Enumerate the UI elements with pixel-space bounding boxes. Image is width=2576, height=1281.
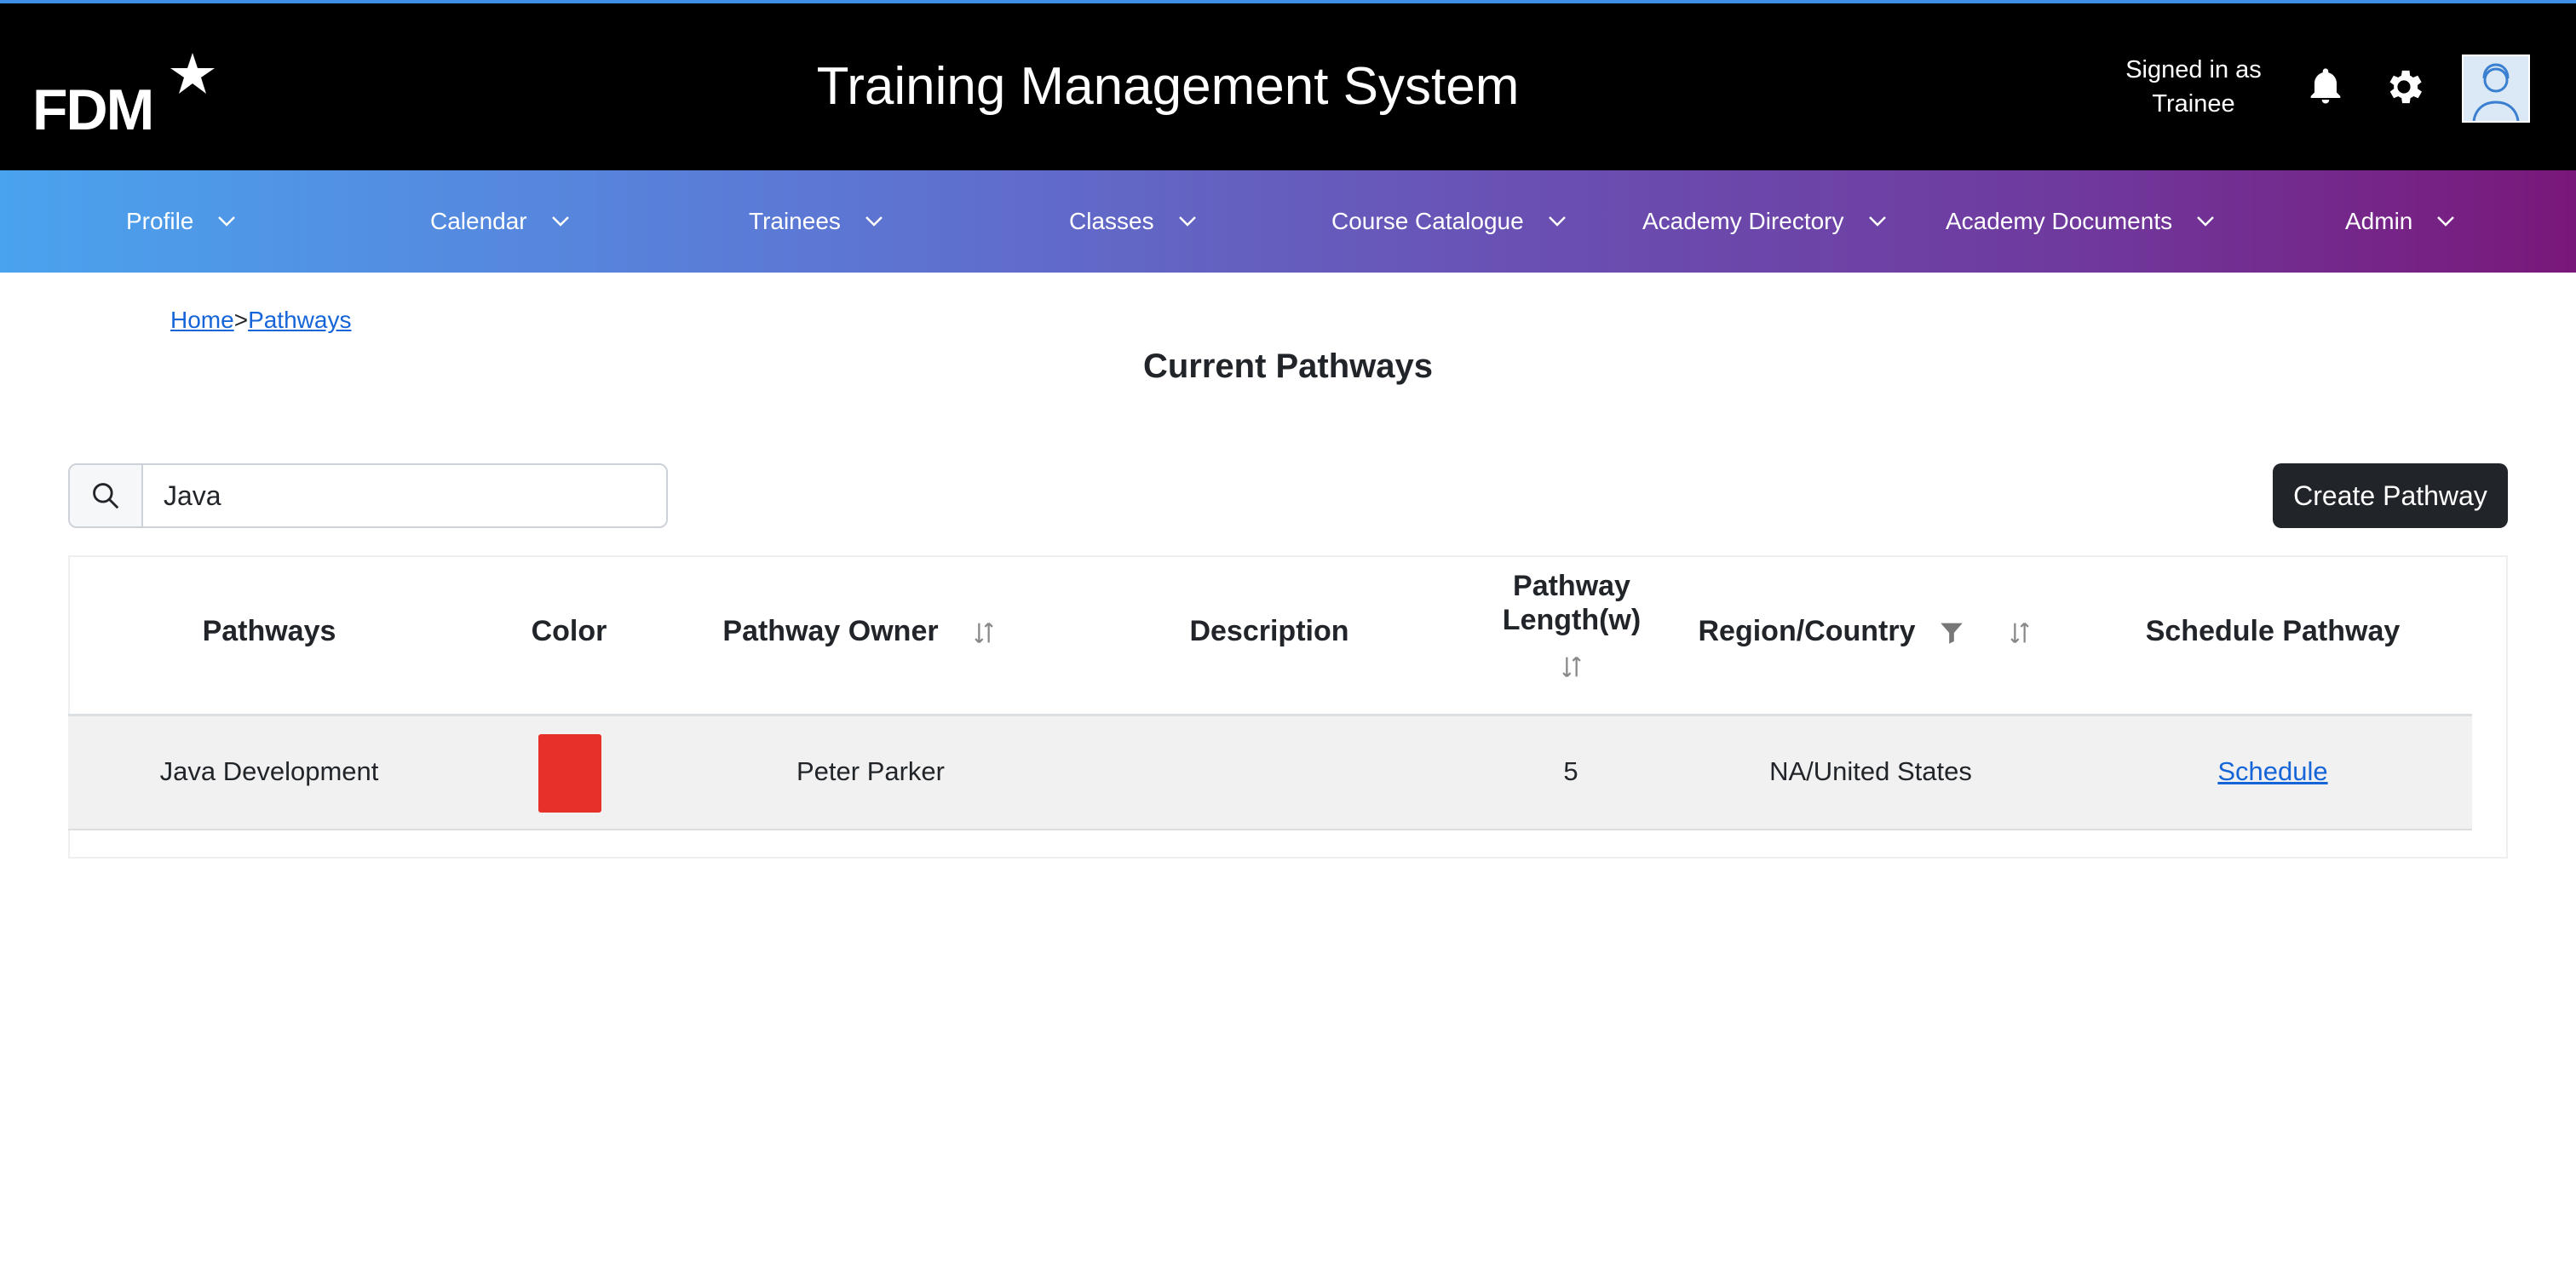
- nav-label: Trainees: [749, 208, 841, 234]
- nav-course-catalogue[interactable]: Course Catalogue: [1331, 170, 1567, 273]
- breadcrumb-separator: >: [233, 307, 249, 333]
- signed-in-status: Signed in as Trainee: [2096, 53, 2291, 121]
- search-input[interactable]: [143, 465, 664, 526]
- breadcrumb-pathways-link[interactable]: Pathways: [248, 307, 351, 333]
- header-length-line1: Pathway: [1513, 570, 1630, 602]
- header-length-line2: Length(w): [1502, 604, 1642, 636]
- search-box: [68, 463, 668, 528]
- sort-region-icon[interactable]: [2005, 618, 2034, 647]
- nav-profile[interactable]: Profile: [126, 170, 236, 273]
- nav-label: Academy Directory: [1642, 208, 1844, 234]
- cell-pathway-length: 5: [1563, 756, 1578, 786]
- sort-length-icon[interactable]: [1557, 652, 1586, 681]
- cell-pathway-name: Java Development: [159, 756, 379, 786]
- nav-label: Classes: [1069, 208, 1154, 234]
- nav-label: Course Catalogue: [1331, 208, 1524, 234]
- signed-in-role: Trainee: [2152, 90, 2235, 118]
- chevron-down-icon: [218, 216, 236, 227]
- header-region-country[interactable]: Region/Country: [1683, 615, 1930, 648]
- page-title: Current Pathways: [1142, 348, 1434, 385]
- nav-academy-documents[interactable]: Academy Documents: [1946, 170, 2215, 273]
- chevron-down-icon: [865, 216, 883, 227]
- nav-academy-directory[interactable]: Academy Directory: [1642, 170, 1887, 273]
- app-title: Training Management System: [816, 57, 1520, 116]
- search-addon: [70, 465, 143, 526]
- app-header: FDM Training Management System Signed in…: [0, 3, 2576, 170]
- header-pathway-owner[interactable]: Pathway Owner: [707, 615, 954, 648]
- nav-label: Admin: [2345, 208, 2413, 234]
- breadcrumb-home-link[interactable]: Home: [170, 307, 234, 333]
- nav-label: Academy Documents: [1946, 208, 2173, 234]
- cell-region-country: NA/United States: [1769, 756, 1972, 786]
- sort-owner-icon[interactable]: [969, 618, 998, 647]
- cell-pathway-owner: Peter Parker: [796, 756, 945, 786]
- bell-icon[interactable]: [2303, 65, 2348, 109]
- nav-calendar[interactable]: Calendar: [430, 170, 570, 273]
- nav-admin[interactable]: Admin: [2345, 170, 2455, 273]
- avatar[interactable]: [2462, 55, 2530, 123]
- header-schedule-pathway: Schedule Pathway: [2145, 615, 2401, 647]
- chevron-down-icon: [551, 216, 569, 227]
- chevron-down-icon: [1548, 216, 1566, 227]
- create-pathway-button[interactable]: Create Pathway: [2273, 463, 2508, 528]
- chevron-down-icon: [2437, 216, 2455, 227]
- search-icon: [93, 483, 119, 509]
- chevron-down-icon: [1868, 216, 1886, 227]
- header-pathway-length[interactable]: Pathway Length(w): [1465, 569, 1678, 637]
- schedule-link[interactable]: Schedule: [2217, 756, 2327, 786]
- chevron-down-icon: [1178, 216, 1196, 227]
- nav-classes[interactable]: Classes: [1069, 170, 1197, 273]
- gear-icon[interactable]: [2382, 65, 2426, 109]
- chevron-down-icon: [2197, 216, 2214, 227]
- header-color: Color: [531, 615, 607, 647]
- breadcrumb: Home>Pathways: [170, 307, 351, 334]
- main-nav: Profile Calendar Trainees Classes Course…: [0, 170, 2576, 273]
- nav-trainees[interactable]: Trainees: [749, 170, 883, 273]
- header-description: Description: [1189, 615, 1349, 647]
- nav-label: Profile: [126, 208, 194, 234]
- table-row[interactable]: [68, 716, 2472, 830]
- cell-schedule: Schedule: [2160, 756, 2385, 787]
- filter-region-icon[interactable]: [1937, 618, 1966, 647]
- header-pathways: Pathways: [202, 615, 336, 647]
- nav-label: Calendar: [430, 208, 527, 234]
- signed-in-label: Signed in as: [2125, 56, 2262, 83]
- user-avatar-icon: [2464, 56, 2528, 121]
- pathway-color-swatch: [538, 734, 601, 813]
